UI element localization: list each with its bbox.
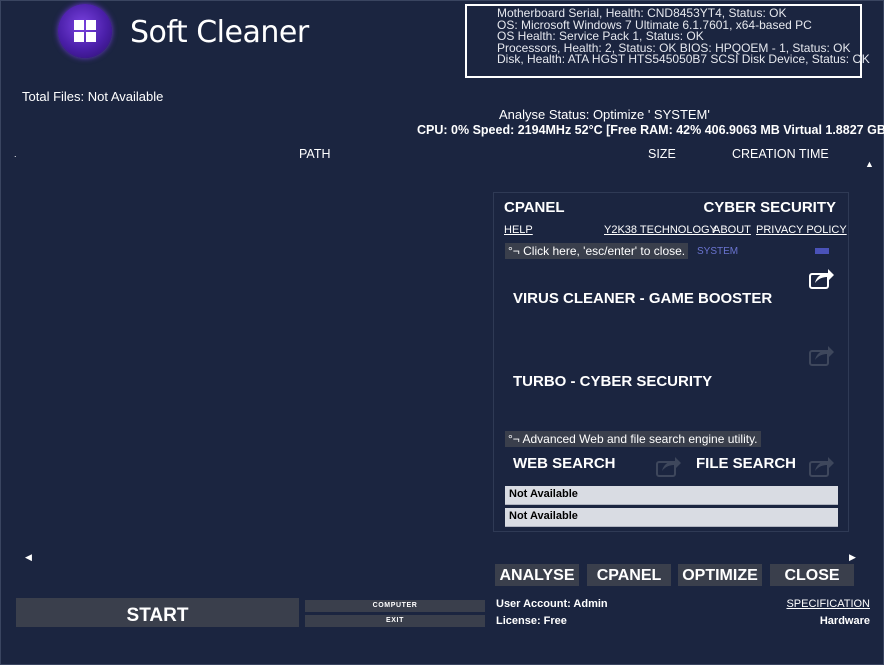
license-label: License: Free xyxy=(496,615,567,627)
web-search-share-icon[interactable] xyxy=(656,455,682,477)
share-icon[interactable] xyxy=(809,344,835,366)
help-link[interactable]: HELP xyxy=(504,224,533,236)
scroll-left-arrow-icon[interactable]: ◀ xyxy=(25,552,32,563)
web-search-button[interactable]: WEB SEARCH xyxy=(513,455,616,472)
y2k38-link[interactable]: Y2K38 TECHNOLOGY xyxy=(604,224,717,236)
cyber-security-title: CYBER SECURITY xyxy=(703,199,836,216)
sysinfo-line: Disk, Health: ATA HGST HTS545050B7 SCSI … xyxy=(497,52,870,67)
computer-button[interactable]: COMPUTER xyxy=(305,600,485,612)
search-hint: °¬ Advanced Web and file search engine u… xyxy=(505,431,761,447)
minimize-bar-icon[interactable] xyxy=(815,248,829,254)
total-files-label: Total Files: Not Available xyxy=(22,89,164,104)
privacy-policy-link[interactable]: PRIVACY POLICY xyxy=(756,224,847,236)
cpanel-panel: CPANEL CYBER SECURITY HELP Y2K38 TECHNOL… xyxy=(493,192,849,532)
hardware-label: Hardware xyxy=(819,615,870,627)
cpanel-button[interactable]: CPANEL xyxy=(587,564,671,586)
optimize-button[interactable]: OPTIMIZE xyxy=(678,564,762,586)
specification-link[interactable]: SPECIFICATION xyxy=(786,598,870,610)
about-link[interactable]: ABOUT xyxy=(713,224,751,236)
file-search-field[interactable]: Not Available xyxy=(505,508,838,527)
cpu-status-label: CPU: 0% Speed: 2194MHz 52°C [Free RAM: 4… xyxy=(417,123,884,137)
column-header-marker: . xyxy=(14,149,17,159)
system-label: SYSTEM xyxy=(697,246,739,257)
turbo-cyber-security-button[interactable]: TURBO - CYBER SECURITY xyxy=(513,373,712,390)
scroll-right-arrow-icon[interactable]: ▶ xyxy=(849,552,856,563)
column-header-size[interactable]: SIZE xyxy=(648,147,676,161)
column-header-creation-time[interactable]: CREATION TIME xyxy=(732,147,829,161)
close-button[interactable]: CLOSE xyxy=(770,564,854,586)
file-search-button[interactable]: FILE SEARCH xyxy=(696,455,796,472)
file-search-share-icon[interactable] xyxy=(809,455,835,477)
close-hint[interactable]: °¬ Click here, 'esc/enter' to close. xyxy=(505,243,689,259)
exit-button[interactable]: EXIT xyxy=(305,615,485,627)
app-title: Soft Cleaner xyxy=(130,15,309,50)
column-header-path[interactable]: PATH xyxy=(299,147,330,161)
system-info-panel: Motherboard Serial, Health: CND8453YT4, … xyxy=(465,4,870,78)
logo-icon xyxy=(58,4,112,58)
analyse-button[interactable]: ANALYSE xyxy=(495,564,579,586)
virus-cleaner-game-booster-button[interactable]: VIRUS CLEANER - GAME BOOSTER xyxy=(513,290,772,307)
user-account-label: User Account: Admin xyxy=(496,598,608,610)
web-search-field[interactable]: Not Available xyxy=(505,486,838,505)
share-icon[interactable] xyxy=(809,267,835,289)
start-button[interactable]: START xyxy=(16,598,299,627)
analyse-status-label: Analyse Status: Optimize ' SYSTEM' xyxy=(499,107,710,122)
cpanel-title: CPANEL xyxy=(504,199,565,216)
app-window: Soft Cleaner Motherboard Serial, Health:… xyxy=(0,0,884,665)
scroll-up-arrow-icon[interactable]: ▲ xyxy=(865,159,874,169)
